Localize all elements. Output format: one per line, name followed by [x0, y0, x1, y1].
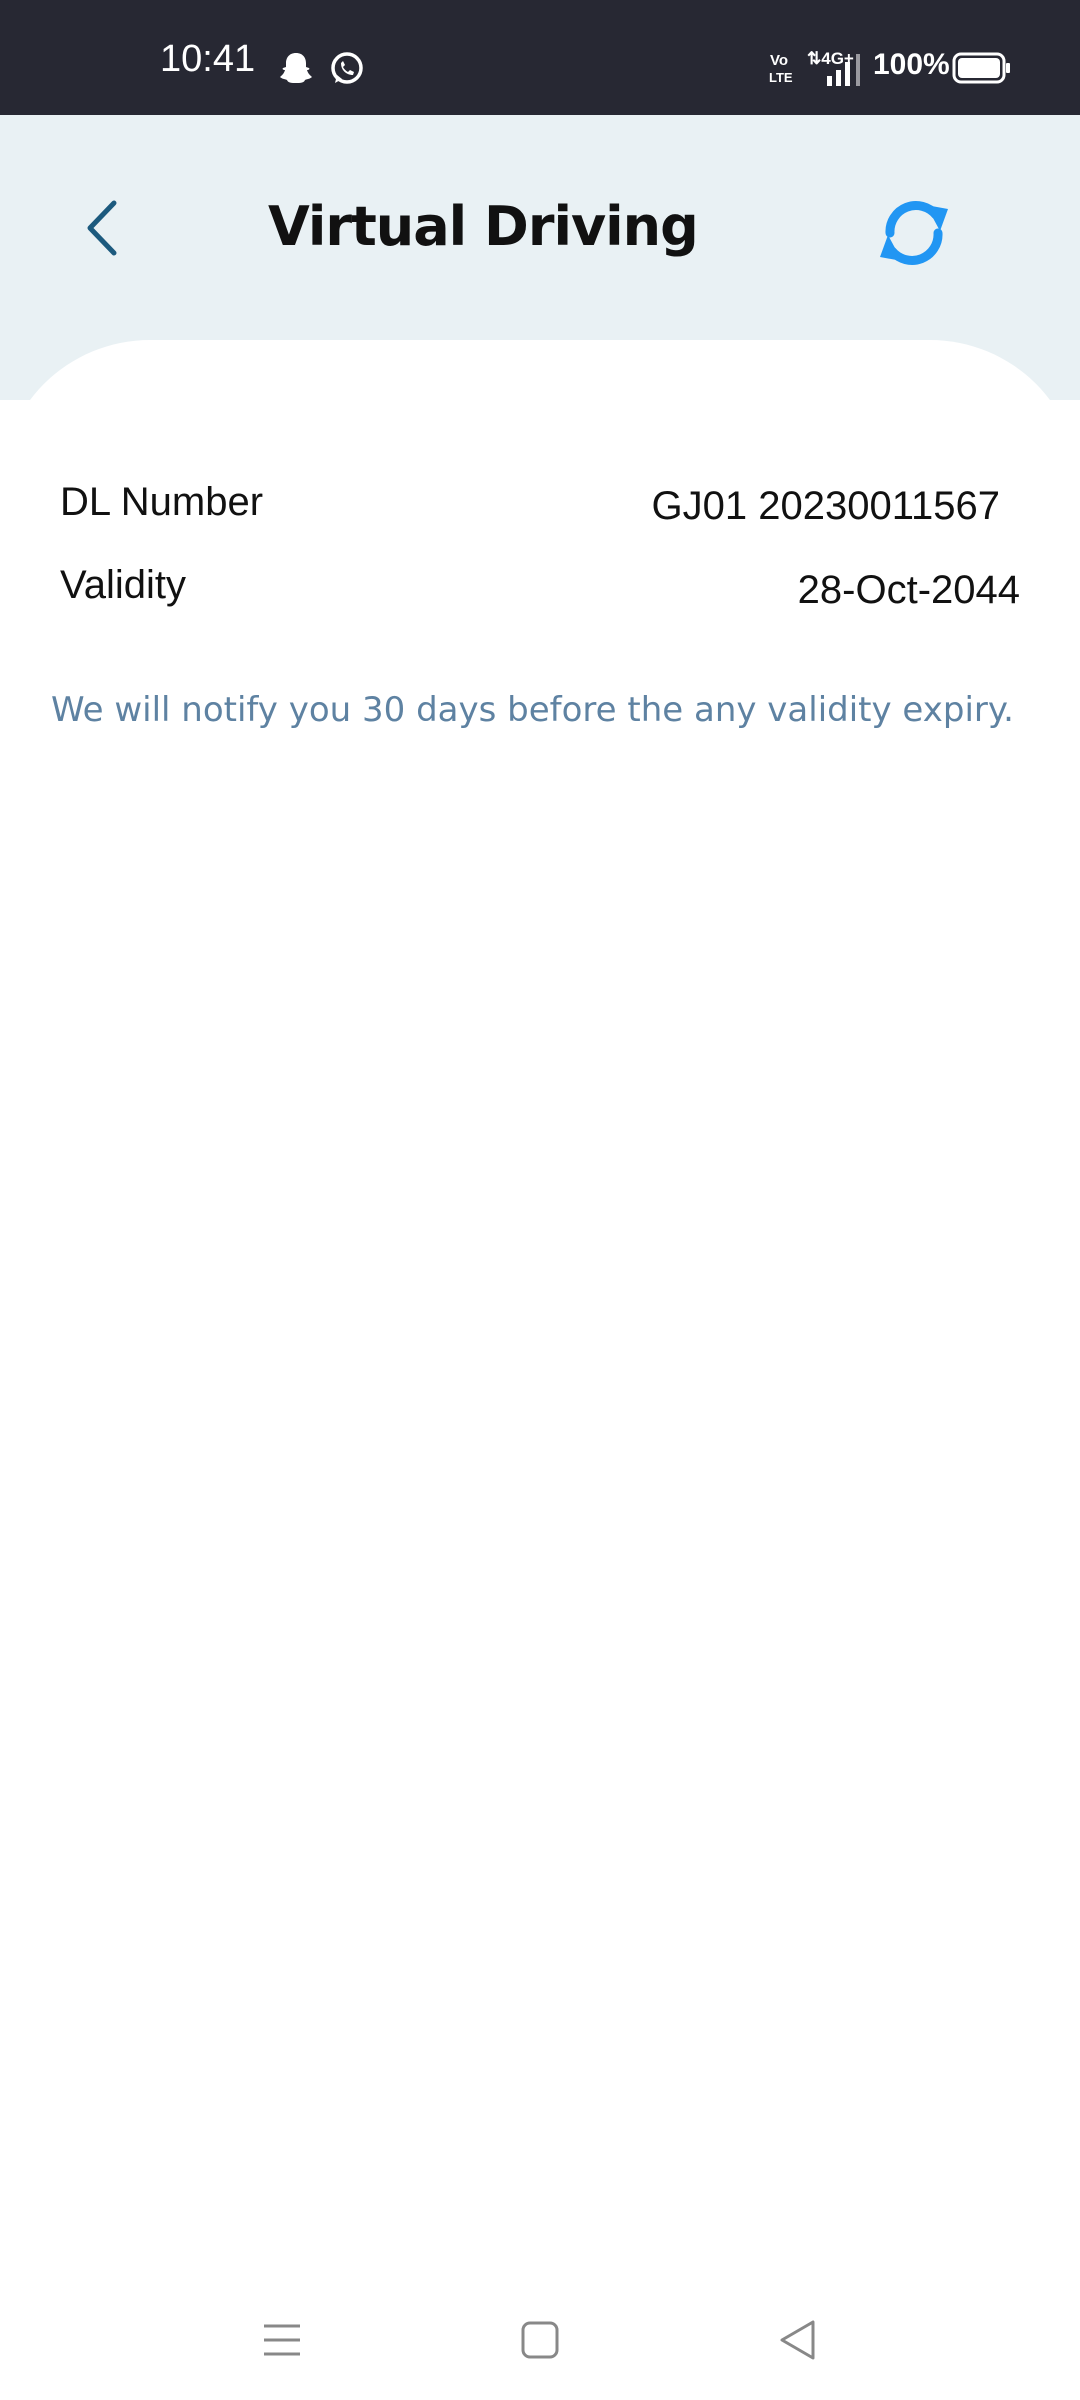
status-bar: 10:41 Vo LTE ⇅4G+ 100%: [0, 0, 1080, 115]
home-icon: [521, 2321, 559, 2359]
battery-icon: [952, 52, 1010, 84]
svg-text:LTE: LTE: [769, 70, 793, 85]
status-time: 10:41: [160, 38, 256, 80]
refresh-button[interactable]: [868, 187, 960, 279]
signal-4g-icon: ⇅4G+: [807, 49, 860, 86]
battery-percent: 100%: [873, 48, 950, 81]
page-title: Virtual Driving: [268, 195, 699, 258]
system-nav-bar: [0, 2270, 1080, 2400]
validity-label: Validity: [60, 563, 186, 607]
snapchat-icon: [280, 53, 312, 83]
refresh-icon: [880, 201, 948, 265]
dl-number-label: DL Number: [60, 480, 264, 524]
dl-number-value: GJ01 20230011567: [651, 484, 1000, 528]
back-button[interactable]: [70, 193, 140, 263]
details-card: DL Number GJ01 20230011567 Validity 28-O…: [0, 340, 1080, 2240]
svg-text:Vo: Vo: [770, 52, 788, 69]
whatsapp-icon: [331, 52, 363, 84]
nav-back-button[interactable]: [768, 2310, 828, 2370]
menu-icon: [264, 2324, 300, 2356]
chevron-left-icon: [87, 200, 117, 256]
volte-icon: Vo LTE: [769, 52, 793, 85]
back-triangle-icon: [780, 2320, 815, 2360]
validity-value: 28-Oct-2044: [797, 568, 1020, 612]
home-button[interactable]: [510, 2310, 570, 2370]
validity-notice: We will notify you 30 days before the an…: [51, 690, 1014, 730]
recent-apps-button[interactable]: [252, 2310, 312, 2370]
